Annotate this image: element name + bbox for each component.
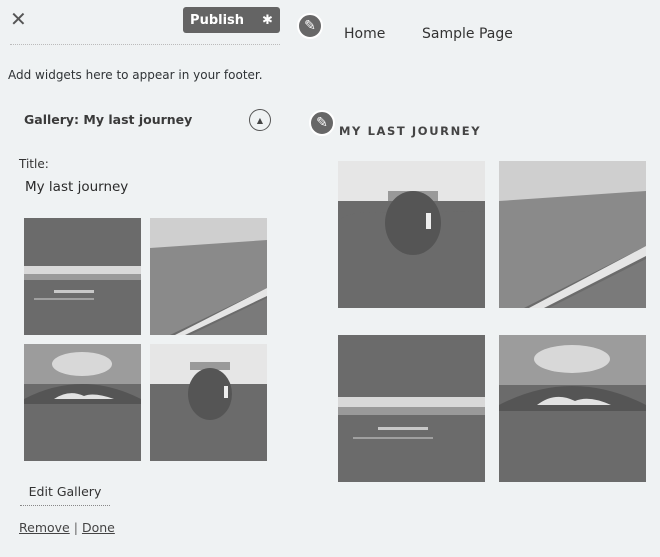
preview-gallery-image-rock-arch[interactable]: [499, 335, 646, 482]
gear-icon[interactable]: ✱: [262, 13, 273, 28]
nav-link-sample-page[interactable]: Sample Page: [422, 26, 513, 42]
done-link[interactable]: Done: [82, 520, 115, 535]
gallery-thumbnail-rock-arch: [24, 344, 141, 461]
remove-link[interactable]: Remove: [19, 520, 70, 535]
widget-header[interactable]: Gallery: My last journey: [24, 112, 192, 127]
edit-gallery-button[interactable]: Edit Gallery: [20, 478, 110, 506]
publish-label: Publish: [190, 12, 245, 28]
pencil-icon[interactable]: ✎: [309, 110, 335, 136]
widget-actions: Remove | Done: [19, 520, 115, 535]
preview-gallery-image-cliffs[interactable]: [499, 161, 646, 308]
preview-widget-title: MY LAST JOURNEY: [339, 124, 482, 138]
close-icon[interactable]: ✕: [10, 8, 32, 30]
customizer-panel: ✕ Publish ✱ Add widgets here to appear i…: [0, 0, 300, 557]
nav-link-home[interactable]: Home: [344, 26, 385, 42]
preview-gallery-image-jar[interactable]: [338, 161, 485, 308]
publish-button[interactable]: Publish ✱: [183, 7, 280, 33]
section-description: Add widgets here to appear in your foote…: [8, 68, 263, 82]
title-field-label: Title:: [19, 157, 49, 171]
gallery-thumbnail-beach: [24, 218, 141, 335]
gallery-thumbnail-cliffs: [150, 218, 267, 335]
preview-gallery-image-beach[interactable]: [338, 335, 485, 482]
collapse-arrow-icon[interactable]: ▲: [249, 109, 271, 131]
separator: |: [73, 520, 78, 535]
pencil-icon[interactable]: ✎: [297, 13, 323, 39]
gallery-thumbnail-jar: [150, 344, 267, 461]
title-input[interactable]: My last journey: [25, 179, 128, 195]
divider: [10, 44, 280, 45]
